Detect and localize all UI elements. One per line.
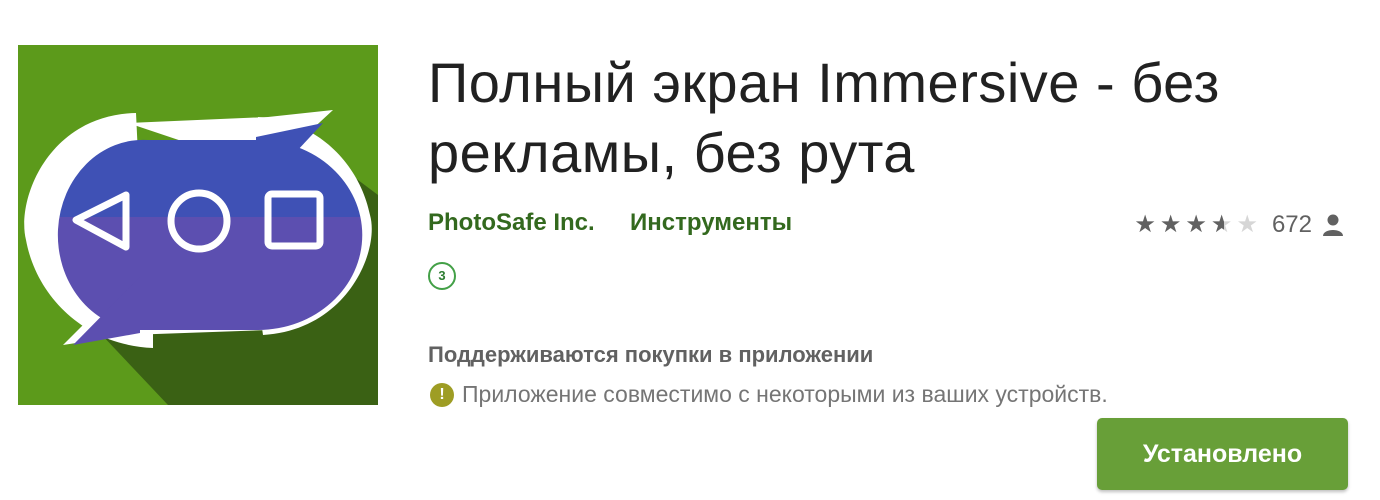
compatibility-notice: ! Приложение совместимо с некоторыми из … [430,381,1108,408]
developer-link[interactable]: PhotoSafe Inc. [428,209,595,237]
app-meta-row: PhotoSafe Inc. Инструменты ★★★★★ ★★★★★ 6… [428,205,1348,245]
immersive-app-icon [18,45,378,405]
installed-button[interactable]: Установлено [1097,418,1348,490]
person-icon [1322,213,1344,237]
star-rating: ★★★★★ ★★★★★ [1134,213,1262,237]
in-app-purchases-notice: Поддерживаются покупки в приложении [428,342,874,367]
info-icon: ! [430,382,454,407]
app-details-page: Полный экран Immersive - без рекламы, бе… [0,0,1380,500]
star-rating-filled: ★★★★★ [1134,213,1223,237]
compatibility-text: Приложение совместимо с некоторыми из ва… [462,381,1108,407]
app-title: Полный экран Immersive - без рекламы, бе… [428,51,1220,184]
category-link[interactable]: Инструменты [630,209,792,237]
rating-summary: ★★★★★ ★★★★★ 672 [1134,207,1344,243]
rating-count: 672 [1271,211,1312,238]
content-rating-badge: 3 [428,262,456,290]
